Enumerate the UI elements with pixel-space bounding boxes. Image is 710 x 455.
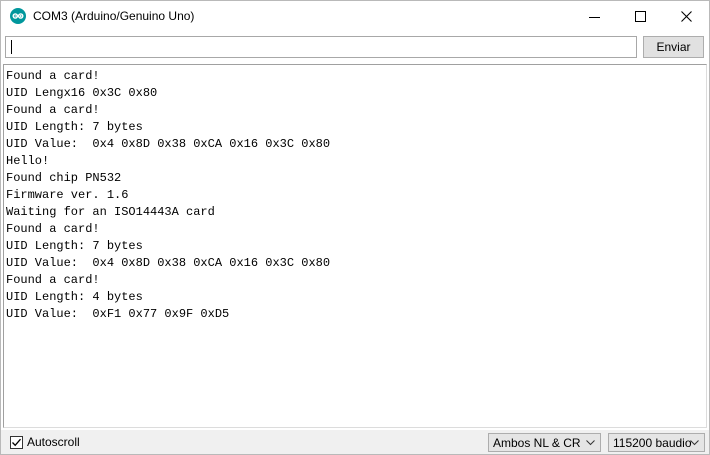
checkmark-icon <box>12 438 21 447</box>
title-bar[interactable]: COM3 (Arduino/Genuino Uno) <box>1 1 709 32</box>
output-line: Waiting for an ISO14443A card <box>6 205 215 219</box>
output-line: Hello! <box>6 154 50 168</box>
autoscroll-checkbox[interactable] <box>10 436 23 449</box>
chevron-down-icon <box>690 440 699 446</box>
window-title: COM3 (Arduino/Genuino Uno) <box>33 9 195 23</box>
minimize-button[interactable] <box>572 1 618 32</box>
baud-rate-select[interactable]: 115200 baudio <box>608 433 705 452</box>
close-button[interactable] <box>664 1 710 32</box>
maximize-icon <box>635 11 646 22</box>
serial-output-lines: Found a card! UID Lengx16 0x3C 0x80 Found … <box>6 68 330 323</box>
baud-rate-value: 115200 baudio <box>613 436 692 450</box>
chevron-down-icon <box>586 440 595 446</box>
send-toolbar: Enviar <box>1 32 709 62</box>
output-line: UID Value: 0x4 0x8D 0x38 0xCA 0x16 0x3C … <box>6 256 331 270</box>
output-line: UID Value: 0xF1 0x77 0x9F 0xD5 <box>6 307 230 321</box>
output-line: UID Lengx16 0x3C 0x80 <box>6 86 158 100</box>
line-ending-value: Ambos NL & CR <box>493 436 581 450</box>
output-line: Firmware ver. 1.6 <box>6 188 129 202</box>
output-line: Found chip PN532 <box>6 171 122 185</box>
output-line: UID Value: 0x4 0x8D 0x38 0xCA 0x16 0x3C … <box>6 137 331 151</box>
arduino-logo-icon <box>10 8 26 24</box>
status-bar: Autoscroll Ambos NL & CR 115200 baudio <box>1 430 709 454</box>
output-line: UID Length: 7 bytes <box>6 120 143 134</box>
line-ending-select[interactable]: Ambos NL & CR <box>488 433 601 452</box>
output-line: Found a card! <box>6 69 100 83</box>
output-line: UID Length: 4 bytes <box>6 290 143 304</box>
serial-output-area[interactable]: Found a card! UID Lengx16 0x3C 0x80 Found … <box>3 64 707 428</box>
text-caret <box>11 40 12 54</box>
output-line: Found a card! <box>6 222 100 236</box>
output-line: UID Length: 7 bytes <box>6 239 143 253</box>
minimize-icon <box>589 17 600 18</box>
send-input[interactable] <box>5 36 637 58</box>
output-line: Found a card! <box>6 273 100 287</box>
send-button[interactable]: Enviar <box>643 36 704 58</box>
output-line: Found a card! <box>6 103 100 117</box>
autoscroll-label: Autoscroll <box>27 435 80 449</box>
serial-monitor-window: COM3 (Arduino/Genuino Uno) Enviar Found … <box>0 0 710 455</box>
close-icon <box>681 11 692 22</box>
maximize-button[interactable] <box>618 1 664 32</box>
